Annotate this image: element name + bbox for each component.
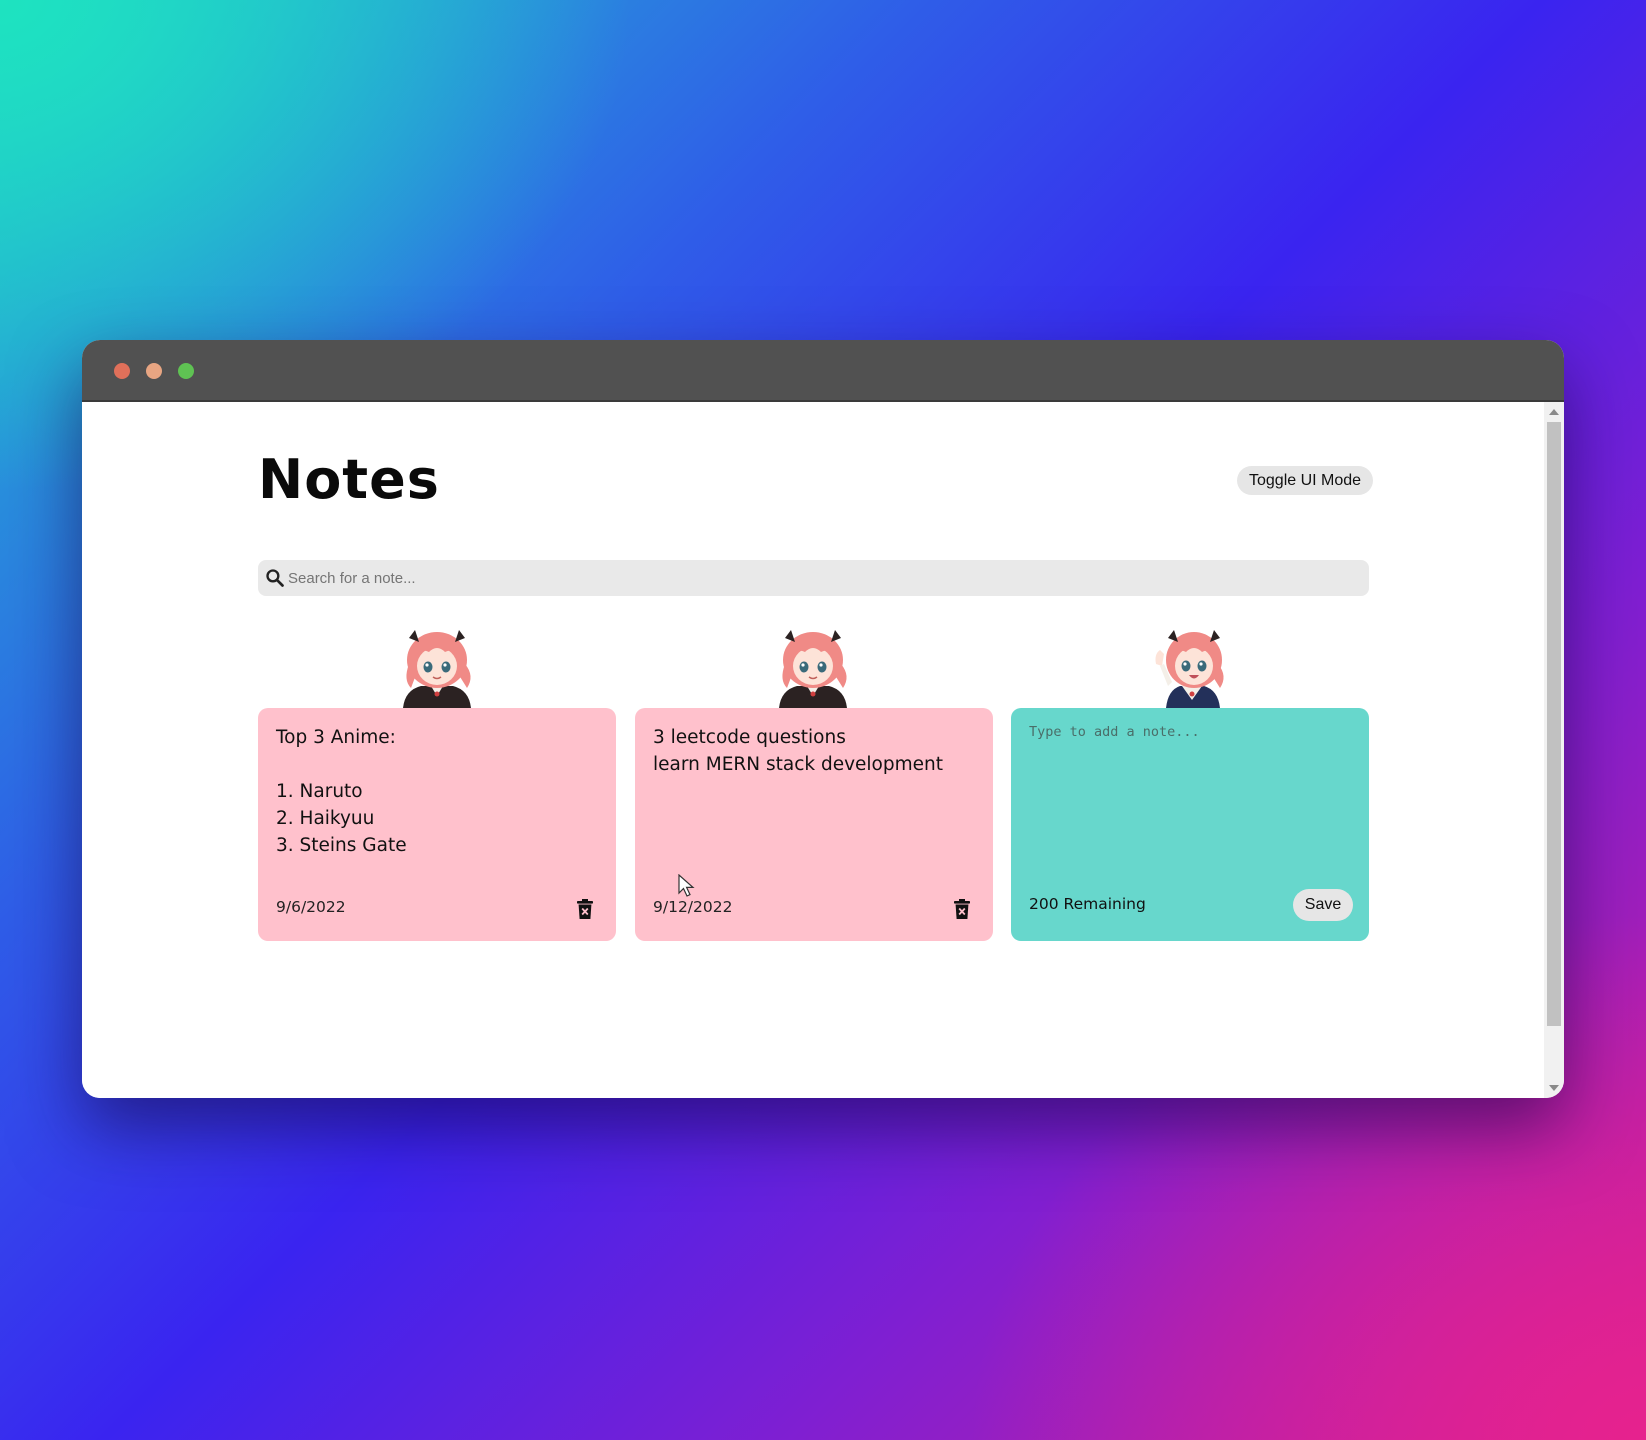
minimize-window-button[interactable] [146,363,162,379]
maximize-window-button[interactable] [178,363,194,379]
new-note-card: 200 Remaining Save [1011,708,1369,941]
note-text: 3 leetcode questions learn MERN stack de… [653,727,944,775]
search-icon [266,569,284,587]
note-card: Top 3 Anime: 1. Naruto 2. Haikyuu 3. Ste… [258,708,616,941]
app-viewport: Notes Toggle UI Mode Search for a note..… [82,402,1544,1098]
new-note-textarea[interactable] [1029,724,1351,874]
mouse-pointer-icon [678,874,695,897]
note-text: Top 3 Anime: 1. Naruto 2. Haikyuu 3. Ste… [276,727,407,856]
close-window-button[interactable] [114,363,130,379]
browser-window: Notes Toggle UI Mode Search for a note..… [82,340,1564,1098]
vertical-scrollbar[interactable] [1544,402,1564,1098]
window-titlebar [82,340,1564,402]
delete-icon[interactable] [954,899,970,919]
note-date: 9/12/2022 [653,898,733,916]
anime-girl-icon [779,630,847,708]
delete-icon[interactable] [577,899,593,919]
search-input[interactable] [288,560,1358,596]
note-date: 9/6/2022 [276,898,346,916]
anime-girl-waving-icon [1155,630,1224,708]
toggle-ui-mode-button[interactable]: Toggle UI Mode [1237,466,1374,495]
search-bar[interactable] [258,560,1369,596]
save-button[interactable]: Save [1293,889,1353,921]
characters-remaining: 200 Remaining [1029,895,1146,913]
page-title: Notes [258,448,440,511]
scroll-down-icon[interactable] [1549,1085,1559,1091]
scroll-up-icon[interactable] [1549,409,1559,415]
anime-girl-icon [403,630,471,708]
scroll-thumb[interactable] [1547,422,1561,1026]
note-card: 3 leetcode questions learn MERN stack de… [635,708,993,941]
